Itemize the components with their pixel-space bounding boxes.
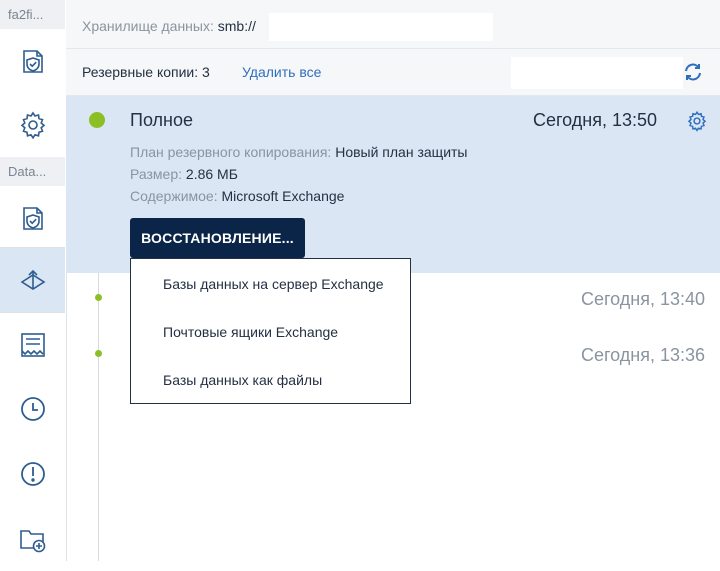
backup-content-value: Microsoft Exchange (221, 188, 345, 204)
machine-label: fa2fi... (0, 0, 65, 29)
backup-plan-value: Новый план защиты (335, 144, 468, 160)
backup-status-dot (89, 112, 105, 128)
restore-menu: Базы данных на сервер Exchange Почтовые … (130, 258, 411, 404)
recovery-icon (20, 269, 45, 290)
refresh-icon[interactable] (682, 61, 704, 83)
add-folder-icon (19, 530, 45, 553)
menu-item-databases-as-files[interactable]: Базы данных как файлы (163, 372, 322, 388)
storage-path-field (269, 13, 493, 41)
menu-item-databases-to-exchange[interactable]: Базы данных на сервер Exchange (163, 276, 384, 292)
backup-size: Размер: 2.86 МБ (130, 166, 238, 182)
protection-plan-icon (22, 50, 43, 73)
settings-gear-icon (20, 111, 45, 140)
sidebar: fa2fi... Data... (0, 0, 67, 561)
sidebar-item-activities[interactable] (0, 313, 65, 377)
delete-all-link[interactable]: Удалить все (242, 64, 321, 80)
backup-type: Полное (130, 110, 194, 130)
backup-plan: План резервного копирования: Новый план … (130, 144, 468, 160)
sidebar-item-alerts[interactable] (0, 442, 65, 506)
storage-label: Хранилище данных: smb:// (82, 18, 256, 34)
backup-content: Содержимое: Microsoft Exchange (130, 188, 345, 204)
backups-count: Резервные копии: 3 (82, 64, 210, 80)
storage-path: smb:// (217, 18, 256, 34)
backup-time[interactable]: Сегодня, 13:40 (581, 289, 705, 310)
sidebar-item-history[interactable] (0, 377, 65, 441)
sidebar-item-data-protection[interactable] (0, 186, 65, 250)
backup-status-dot (95, 350, 102, 357)
activities-icon (20, 333, 45, 357)
protection-plan-icon (22, 207, 43, 230)
backup-time: Сегодня, 13:50 (532, 110, 657, 130)
sidebar-item-protection[interactable] (0, 29, 65, 93)
search-input[interactable] (511, 57, 683, 89)
backup-status-dot (95, 294, 102, 301)
restore-button[interactable]: ВОССТАНОВЛЕНИЕ... (130, 218, 305, 258)
gear-icon[interactable] (686, 110, 708, 132)
data-label: Data... (0, 157, 65, 186)
storage-row: Хранилище данных: smb:// (66, 0, 720, 49)
backup-time[interactable]: Сегодня, 13:36 (581, 345, 705, 366)
menu-item-mailboxes[interactable]: Почтовые ящики Exchange (163, 324, 338, 340)
sidebar-item-add-folder[interactable] (0, 507, 65, 571)
sidebar-item-recovery[interactable] (0, 248, 65, 312)
backups-toolbar: Резервные копии: 3 Удалить все (66, 49, 720, 96)
history-clock-icon (20, 397, 45, 421)
alerts-icon (20, 462, 45, 486)
backup-size-value: 2.86 МБ (185, 166, 238, 182)
sidebar-item-settings[interactable] (0, 93, 65, 157)
